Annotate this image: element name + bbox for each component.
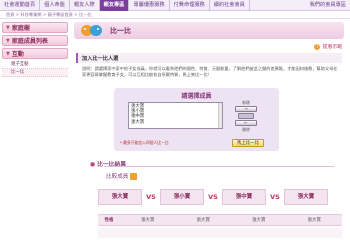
table-header-cell: 張大寶: [196, 218, 210, 223]
vs-label: VS: [270, 193, 280, 201]
sidebar-section-label: 家庭成員列表: [11, 38, 48, 45]
compare-members-label: 比較成員: [106, 172, 138, 180]
selected-slot[interactable]: [238, 113, 254, 119]
remove-member-button[interactable]: ←: [235, 120, 257, 126]
nav-tab-paid[interactable]: 付費命理服務: [170, 0, 210, 11]
sidebar: ▼ 家庭樹 ▼ 家庭成員列表 ▼ 互動 親子互動 比一比: [2, 22, 68, 77]
compare-icon: [130, 173, 138, 180]
person-card: 張小寶: [160, 189, 204, 205]
select-panel-title: 請選擇成員: [181, 93, 212, 100]
compare-label-text: 比較成員: [106, 174, 129, 180]
add-label: 新增: [242, 100, 250, 105]
nav-tab-home[interactable]: 社會運動首頁: [0, 0, 41, 11]
page-title-banner: 比一比: [74, 22, 344, 39]
vs-row: 張大寶 VS 張小寶 VS 張中寶 VS 張大寶: [98, 189, 342, 205]
nav-tab-relations[interactable]: 親友人際: [70, 0, 100, 11]
section-title: 加入比一比人選: [82, 56, 119, 62]
help-icon: ?: [314, 44, 321, 50]
table-header-cell: 張大寶: [307, 218, 321, 223]
page-title: 比一比: [110, 27, 131, 35]
compare-logo-icon: [81, 25, 102, 36]
divider: [104, 166, 334, 167]
nav-tab-renew[interactable]: 續約社會會員: [210, 0, 250, 11]
main-content: 比一比 ? 提看示範 加入比一比人選 說明：請選擇家中家中的子女成員，你就可以看…: [74, 22, 344, 240]
person-card: 張大寶: [98, 189, 142, 205]
sidebar-section-label: 互動: [11, 51, 24, 58]
sidebar-section-family-tree[interactable]: ▼ 家庭樹: [2, 22, 68, 33]
sidebar-section-member-list[interactable]: ▼ 家庭成員列表: [2, 35, 68, 46]
result-table-header: 性格 張大寶 張大寶 張大寶 張大寶: [98, 214, 342, 226]
result-table-body: [98, 228, 342, 238]
vs-label: VS: [208, 193, 218, 201]
bullet-icon: ●: [90, 162, 96, 168]
chevron-down-icon: ▼: [6, 50, 10, 57]
section-header: 加入比一比人選: [76, 53, 342, 63]
breadcrumb: 首頁 > 科技專業網 > 親子專區首頁 > 比一比: [6, 12, 92, 17]
preview-link-label: 提看示範: [322, 45, 342, 50]
chevron-down-icon: ▼: [6, 37, 10, 44]
add-member-button[interactable]: →: [235, 106, 257, 112]
sidebar-item-compare[interactable]: 比一比: [2, 69, 68, 77]
sidebar-section-label: 家庭樹: [11, 25, 30, 32]
list-item[interactable]: 張大寶: [131, 120, 220, 125]
chevron-down-icon: ▼: [6, 24, 10, 31]
description-text: 說明：請選擇家中家中的子女成員，你就可以看到他們的個性、特質、天賦能量，了解他們…: [82, 66, 338, 78]
table-header-cell: 性格: [104, 218, 114, 223]
vs-label: VS: [146, 193, 156, 201]
result-title-text: 比一比結果: [97, 162, 127, 168]
sidebar-item-parent-child[interactable]: 親子互動: [2, 61, 68, 69]
person-card: 張中寶: [222, 189, 266, 205]
compare-now-button[interactable]: 馬上比一比: [232, 139, 264, 147]
member-listbox[interactable]: 張大寶 張小寶 張中寶 張大寶: [128, 102, 223, 129]
table-header-cell: 張大寶: [141, 218, 155, 223]
transfer-controls: 新增 → ← 刪除: [234, 100, 258, 132]
nav-tab-personal[interactable]: 個人命盤: [40, 0, 70, 11]
preview-link[interactable]: ? 提看示範: [314, 43, 342, 50]
remove-label: 刪除: [242, 127, 250, 132]
listbox-scrollbar[interactable]: [218, 103, 222, 128]
nav-tab-family-zone[interactable]: 親友專區: [99, 0, 130, 11]
nav-tab-offers[interactable]: 專屬優惠服務: [129, 0, 170, 11]
table-header-cell: 張大寶: [252, 218, 266, 223]
member-select-panel: 請選擇成員 張大寶 張小寶 張中寶 張大寶 新增 → ← 刪除 * 最多只能加入…: [114, 88, 279, 151]
top-nav: 社會運動首頁 個人命盤 親友人際 親友專區 專屬優惠服務 付費命理服務 續約社會…: [0, 0, 350, 11]
nav-tab-member-zone[interactable]: 我們的會員專區: [306, 0, 350, 11]
person-card: 張大寶: [284, 189, 328, 205]
breadcrumb-bar: 首頁 > 科技專業網 > 親子專區首頁 > 比一比: [0, 11, 350, 19]
limit-note: * 最多只能加入四個人比一比: [120, 140, 169, 145]
sidebar-section-interaction[interactable]: ▼ 互動: [2, 48, 68, 59]
